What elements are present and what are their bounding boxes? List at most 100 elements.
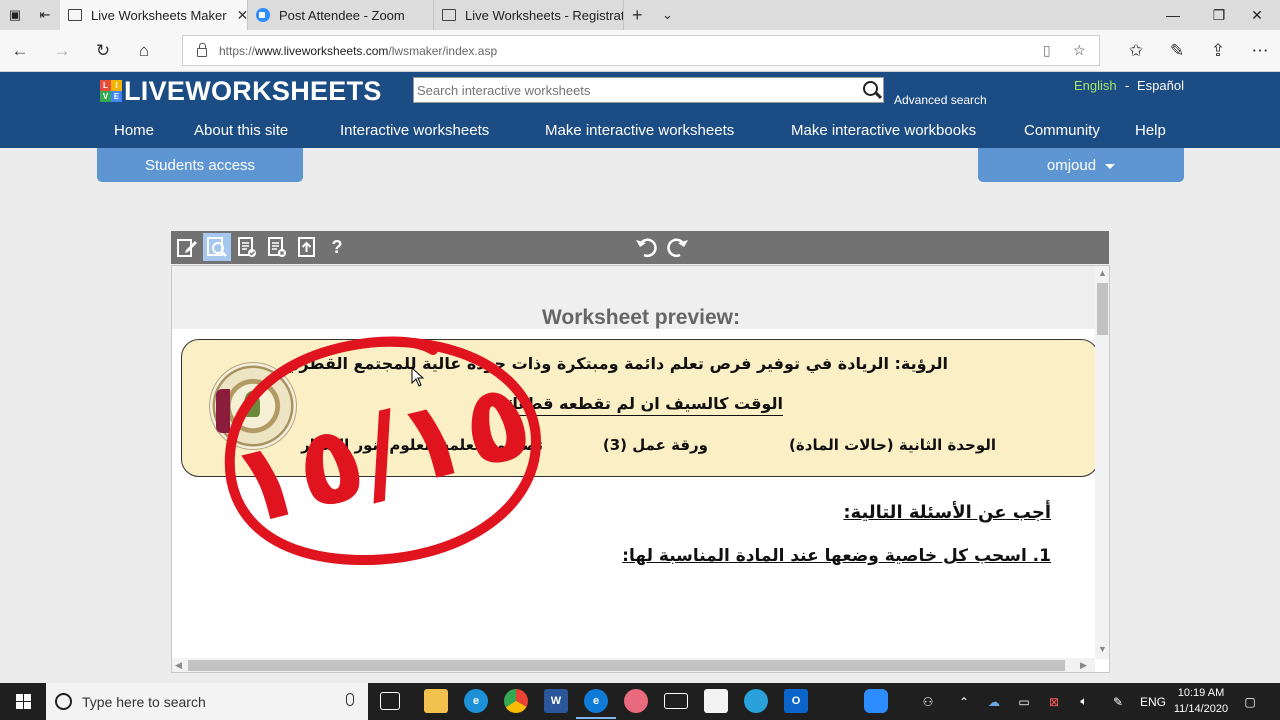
microphone-icon[interactable]	[346, 693, 354, 706]
advanced-search-link[interactable]: Advanced search	[894, 93, 987, 107]
forward-icon[interactable]: →	[42, 30, 82, 72]
language-separator: -	[1125, 78, 1130, 93]
undo-icon[interactable]	[633, 233, 661, 261]
menu-interactive-worksheets[interactable]: Interactive worksheets	[340, 122, 489, 139]
lock-icon	[197, 43, 207, 57]
onedrive-icon[interactable]: ☁	[982, 683, 1006, 720]
task-view-icon[interactable]	[380, 692, 400, 710]
logo-letter: E	[111, 91, 122, 102]
page-icon	[442, 9, 456, 21]
outlook-icon[interactable]: O	[784, 689, 808, 713]
students-access-button[interactable]: Students access	[97, 148, 303, 182]
word-icon[interactable]: W	[544, 689, 568, 713]
people-icon[interactable]: ⚇	[916, 683, 940, 720]
network-status-icon[interactable]: ⊠	[1042, 683, 1066, 720]
instruction-text: أجب عن الأسئلة التالية:	[843, 502, 1051, 523]
menu-community[interactable]: Community	[1024, 122, 1100, 139]
user-name: omjoud	[1046, 156, 1097, 174]
scroll-right-icon[interactable]: ▶	[1080, 660, 1087, 671]
taskbar-search-placeholder: Type here to search	[82, 693, 206, 710]
unit-text: الوحدة الثانية (حالات المادة)	[789, 436, 996, 454]
favorite-star-icon[interactable]: ☆	[1073, 42, 1086, 59]
vertical-scroll-thumb[interactable]	[1097, 283, 1108, 335]
mail-icon[interactable]	[664, 693, 688, 709]
tab-post-attendee-zoom[interactable]: Post Attendee - Zoom	[248, 0, 434, 30]
tab-actions-icon[interactable]: ▣	[0, 0, 30, 30]
paint-3d-icon[interactable]	[624, 689, 648, 713]
notifications-icon[interactable]: ▢	[1238, 683, 1262, 720]
input-language-indicator[interactable]: ENG	[1138, 683, 1168, 720]
site-search	[413, 77, 884, 103]
search-icon[interactable]	[863, 81, 878, 96]
edge-icon[interactable]: e	[576, 689, 616, 719]
start-button[interactable]	[0, 683, 46, 720]
ink-workspace-icon[interactable]: ✎	[1106, 683, 1130, 720]
question-1-text: 1. اسحب كل خاصية وضعها عند المادة المناس…	[622, 546, 1051, 566]
scroll-left-icon[interactable]: ◀	[175, 660, 182, 671]
scroll-up-icon[interactable]: ▲	[1098, 268, 1107, 278]
help-icon[interactable]: ?	[323, 233, 351, 261]
edit-worksheet-icon[interactable]	[173, 233, 201, 261]
language-espanol-link[interactable]: Español	[1137, 78, 1184, 93]
tab-title: Post Attendee - Zoom	[279, 7, 405, 23]
redo-icon[interactable]	[663, 233, 691, 261]
zoom-icon	[256, 8, 270, 22]
show-hidden-icons-chevron[interactable]: ⌃	[952, 683, 976, 720]
address-bar[interactable]: https://www.liveworksheets.com/lwsmaker/…	[182, 35, 1100, 66]
tab-list-chevron-icon[interactable]: ⌄	[662, 0, 673, 30]
user-menu-button[interactable]: omjoud	[978, 148, 1184, 182]
preview-icon[interactable]	[203, 233, 231, 261]
caret-down-icon	[1105, 164, 1116, 169]
share-icon[interactable]: ⇪	[1198, 30, 1238, 72]
tab-live-worksheets-registration[interactable]: Live Worksheets - Registrati	[434, 0, 624, 30]
pen-icon[interactable]: ✎	[1157, 30, 1197, 72]
back-icon[interactable]: ←	[0, 30, 40, 72]
chrome-icon[interactable]	[504, 689, 528, 713]
search-input[interactable]	[414, 78, 854, 102]
battery-icon[interactable]: ▭	[1012, 683, 1036, 720]
zoom-app-icon[interactable]	[864, 689, 888, 713]
file-explorer-icon[interactable]	[424, 689, 448, 713]
volume-icon[interactable]: 🔈︎	[1072, 683, 1096, 720]
horizontal-scrollbar[interactable]: ◀ ▶	[172, 658, 1095, 672]
preview-title: Worksheet preview:	[541, 306, 740, 329]
tab-live-worksheets-maker[interactable]: Live Worksheets Maker ✕	[60, 0, 248, 30]
new-tab-icon[interactable]: +	[632, 0, 643, 30]
taskbar-search-box[interactable]: Type here to search	[46, 683, 368, 720]
window-close-icon[interactable]: ✕	[1234, 0, 1280, 30]
reading-view-icon[interactable]: ▯	[1043, 42, 1051, 59]
upload-icon[interactable]	[293, 233, 321, 261]
menu-home[interactable]: Home	[114, 122, 154, 139]
vertical-scrollbar[interactable]: ▲ ▼	[1095, 266, 1109, 659]
menu-about[interactable]: About this site	[194, 122, 288, 139]
score-stamp: ١٥/١٥	[219, 336, 544, 566]
internet-explorer-icon[interactable]: e	[464, 689, 488, 713]
taskbar-clock[interactable]: 10:19 AM 11/14/2020	[1170, 685, 1232, 717]
students-access-label: Students access	[144, 156, 256, 174]
horizontal-scroll-thumb[interactable]	[188, 660, 1065, 671]
favorites-icon[interactable]: ✩	[1116, 30, 1156, 72]
close-icon[interactable]: ✕	[227, 7, 247, 24]
browser-navbar: ← → ↻ ⌂ https://www.liveworksheets.com/l…	[0, 30, 1280, 72]
url-prefix: https://	[219, 43, 256, 58]
tab-title: Live Worksheets Maker	[91, 7, 227, 23]
menu-make-worksheets[interactable]: Make interactive worksheets	[545, 122, 734, 139]
scroll-down-icon[interactable]: ▼	[1098, 644, 1107, 654]
logo-mark[interactable]: L I V E	[100, 80, 122, 102]
clock-date: 11/14/2020	[1173, 703, 1229, 715]
telegram-icon[interactable]	[744, 689, 768, 713]
more-icon[interactable]: ⋯	[1240, 30, 1280, 72]
site-header: L I V E LIVEWORKSHEETS Advanced search E…	[0, 72, 1280, 148]
home-icon[interactable]: ⌂	[124, 30, 164, 72]
minimize-icon[interactable]: —	[1150, 0, 1196, 30]
refresh-icon[interactable]: ↻	[83, 30, 123, 72]
answers-icon[interactable]	[233, 233, 261, 261]
delete-answers-icon[interactable]	[263, 233, 291, 261]
logo-text[interactable]: LIVEWORKSHEETS	[124, 76, 382, 107]
tabs-aside-icon[interactable]: ⇤	[30, 0, 60, 30]
store-icon[interactable]	[704, 689, 728, 713]
menu-help[interactable]: Help	[1135, 122, 1166, 139]
menu-make-workbooks[interactable]: Make interactive workbooks	[791, 122, 976, 139]
language-english-link[interactable]: English	[1074, 78, 1117, 93]
windows-taskbar: Type here to search e W e O ⚇ ⌃ ☁ ▭ ⊠ 🔈︎…	[0, 683, 1280, 720]
